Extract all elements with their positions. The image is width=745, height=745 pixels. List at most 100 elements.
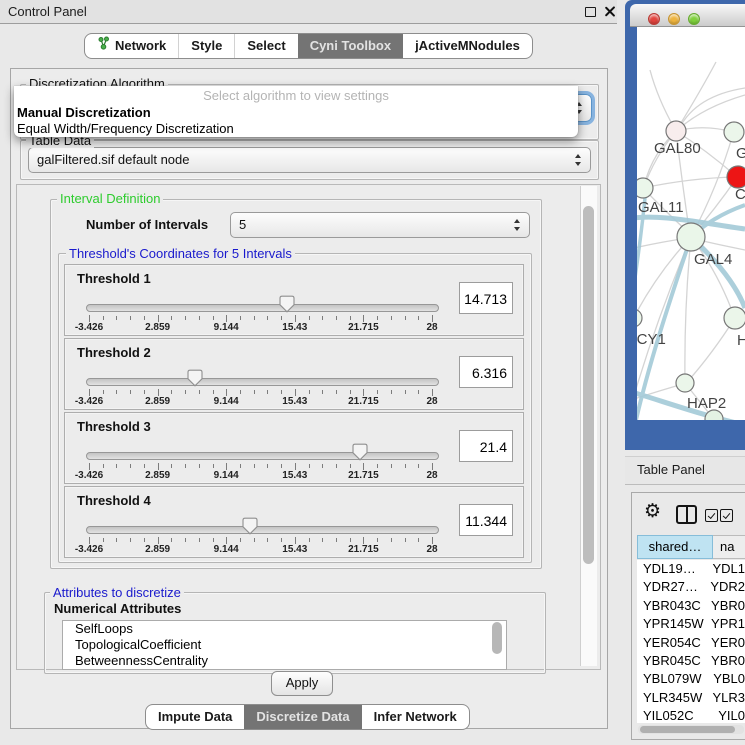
node-label: HAP2 — [687, 395, 726, 412]
tick-mark — [391, 390, 392, 394]
table-row[interactable]: YDR27…YDR2 — [637, 578, 745, 596]
minimize-button[interactable] — [668, 13, 680, 25]
tick-mark — [226, 463, 227, 470]
tick-label: 2.859 — [145, 396, 170, 407]
tick-mark — [267, 464, 268, 468]
node-label: C — [735, 186, 745, 203]
slider-handle[interactable] — [279, 295, 295, 313]
tab-style[interactable]: Style — [178, 34, 234, 58]
tick-mark — [363, 537, 364, 544]
slider-tick-labels: -3.4262.8599.14415.4321.71528 — [89, 396, 432, 408]
tick-label: 15.43 — [282, 396, 307, 407]
network-node-gal80[interactable] — [666, 121, 686, 141]
float-window-icon[interactable] — [585, 7, 596, 17]
tab-label: Style — [191, 34, 222, 58]
tick-mark — [336, 390, 337, 394]
tick-mark — [199, 390, 200, 394]
table-row[interactable]: YIL052CYIL0 — [637, 707, 745, 723]
list-item-topologicalcoefficient[interactable]: TopologicalCoefficient — [63, 637, 506, 653]
tick-mark — [295, 389, 296, 396]
cell-shared-name: YDR27… — [637, 578, 706, 596]
table-row[interactable]: YER054CYER0 — [637, 634, 745, 652]
close-icon[interactable] — [604, 6, 615, 17]
table-row[interactable]: YLR345WYLR3 — [637, 689, 745, 707]
tab-label: Discretize Data — [256, 705, 349, 729]
network-node-gcy1[interactable] — [637, 309, 642, 327]
network-node-hap2[interactable] — [676, 374, 694, 392]
tick-mark — [240, 316, 241, 320]
tick-mark — [213, 464, 214, 468]
tick-mark — [171, 464, 172, 468]
table-data-combobox[interactable]: galFiltered.sif default node — [28, 147, 591, 173]
tick-mark — [171, 390, 172, 394]
cell-shared-name: YBR045C — [637, 652, 707, 670]
slider-track[interactable] — [86, 304, 439, 312]
network-node-gal4[interactable] — [677, 223, 705, 251]
table-row[interactable]: YBR045CYBR0 — [637, 652, 745, 670]
num-intervals-combobox[interactable]: 5 — [230, 212, 530, 238]
threshold-value-input[interactable]: 6.316 — [459, 356, 513, 388]
slider-handle[interactable] — [352, 443, 368, 461]
threshold-value-input[interactable]: 14.713 — [459, 282, 513, 314]
slider-track[interactable] — [86, 452, 439, 460]
tick-mark — [391, 316, 392, 320]
network-node-h[interactable] — [724, 307, 745, 329]
apply-button[interactable]: Apply — [271, 671, 333, 696]
control-panel-title: Control Panel — [8, 0, 87, 23]
gear-icon[interactable]: ⚙ — [644, 500, 661, 522]
threshold-value-input[interactable]: 21.4 — [459, 430, 513, 462]
tick-label: 2.859 — [145, 322, 170, 333]
tick-mark — [199, 316, 200, 320]
tick-mark — [226, 537, 227, 544]
numerical-attributes-list: SelfLoopsTopologicalCoefficientBetweenne… — [62, 620, 507, 670]
tab-infer-network[interactable]: Infer Network — [362, 705, 469, 729]
tick-label: 15.43 — [282, 322, 307, 333]
list-item-betweennesscentrality[interactable]: BetweennessCentrality — [63, 653, 506, 669]
cell-shared-name: YDL19… — [637, 560, 708, 578]
table-row[interactable]: YPR145WYPR1 — [637, 615, 745, 633]
slider-track[interactable] — [86, 526, 439, 534]
tick-mark — [432, 463, 433, 470]
tick-mark — [281, 538, 282, 542]
tab-discretize-data[interactable]: Discretize Data — [244, 705, 361, 729]
slider-handle[interactable] — [242, 517, 258, 535]
network-node-gal11[interactable] — [637, 178, 653, 198]
tick-mark — [281, 464, 282, 468]
algorithm-dropdown-popup: Select algorithm to view settings Manual… — [14, 86, 578, 137]
tick-mark — [226, 389, 227, 396]
attributes-scrollbar-thumb[interactable] — [492, 622, 502, 654]
network-canvas[interactable]: GAL80GACGAL11GAL4GCY1HHAP2 — [637, 27, 745, 420]
tab-cyni-toolbox[interactable]: Cyni Toolbox — [298, 34, 403, 58]
network-node-c[interactable] — [727, 166, 745, 188]
threshold-label: Threshold 1 — [77, 271, 151, 286]
tab-network[interactable]: Network — [85, 34, 178, 58]
table-row[interactable]: YDL19…YDL1 — [637, 560, 745, 578]
threshold-value-input[interactable]: 11.344 — [459, 504, 513, 536]
thresholds-group-label: Threshold's Coordinates for 5 Intervals — [66, 246, 295, 261]
algorithm-option-manual-discretization[interactable]: Manual Discretization — [14, 105, 578, 121]
tick-mark — [213, 316, 214, 320]
numerical-attributes-label: Numerical Attributes — [54, 601, 181, 616]
column-header-shared[interactable]: shared… — [637, 535, 713, 559]
table-row[interactable]: YBR043CYBR0 — [637, 597, 745, 615]
columns-icon[interactable] — [676, 505, 697, 524]
tab-impute-data[interactable]: Impute Data — [146, 705, 244, 729]
tick-mark — [309, 538, 310, 542]
zoom-button[interactable] — [688, 13, 700, 25]
slider-track[interactable] — [86, 378, 439, 386]
cell-name: YBR0 — [707, 652, 745, 670]
tab-jactivemnodules[interactable]: jActiveMNodules — [403, 34, 532, 58]
tab-select[interactable]: Select — [234, 34, 297, 58]
network-node-ga[interactable] — [724, 122, 744, 142]
column-header-name[interactable]: na — [713, 535, 745, 559]
table-row[interactable]: YBL079WYBL0 — [637, 670, 745, 688]
close-button[interactable] — [648, 13, 660, 25]
list-item-selfloops[interactable]: SelfLoops — [63, 621, 506, 637]
horizontal-scrollbar-thumb[interactable] — [640, 726, 735, 733]
checkbox-icon[interactable] — [705, 509, 718, 522]
slider-handle[interactable] — [187, 369, 203, 387]
algorithm-option-equal-width-frequency-discretization[interactable]: Equal Width/Frequency Discretization — [14, 121, 578, 137]
slider-tick-labels: -3.4262.8599.14415.4321.71528 — [89, 322, 432, 334]
vertical-scrollbar-thumb[interactable] — [583, 206, 594, 564]
checkbox-icon[interactable] — [720, 509, 733, 522]
